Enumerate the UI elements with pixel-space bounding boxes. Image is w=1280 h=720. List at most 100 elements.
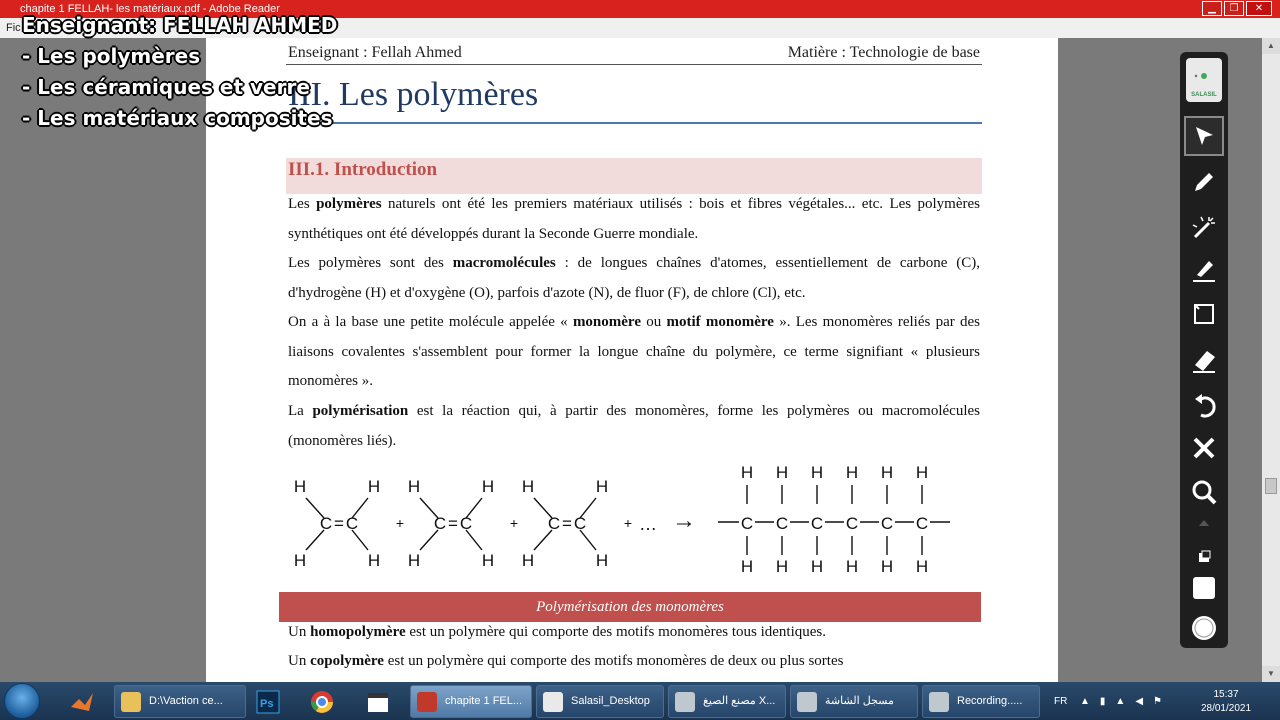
clear-tool-button[interactable]: [1184, 428, 1224, 468]
language-indicator[interactable]: FR: [1054, 682, 1067, 720]
whiteboard-tool-button[interactable]: [1184, 294, 1224, 334]
eraser-icon: [1193, 351, 1215, 373]
highlighter-tool-button[interactable]: [1184, 250, 1224, 290]
polymerization-diagram: H HH HC C= +H HH HC C= +H HH HC C= +… →HCHHCHHCHHCHHC…: [294, 463, 950, 572]
atom-c: C: [846, 514, 858, 533]
plus-sign: +: [510, 515, 518, 531]
photoshop-icon: Ps: [256, 690, 280, 713]
paragraph: Les polymères naturels ont été les premi…: [288, 196, 980, 242]
atom-h: H: [811, 557, 823, 572]
photoshop-app-button[interactable]: Ps: [252, 686, 284, 717]
atom-h: H: [881, 557, 893, 572]
window-mode-button[interactable]: [1184, 546, 1224, 570]
notification-icon[interactable]: ⚑: [1153, 696, 1162, 707]
overlay-item: - Les céramiques et verre: [22, 75, 310, 99]
maximize-button[interactable]: ❐: [1224, 1, 1244, 16]
app-icon: [675, 692, 695, 712]
atom-h: H: [741, 557, 753, 572]
vertical-scrollbar[interactable]: ▲ ▼: [1262, 38, 1280, 682]
section-title: III.1. Introduction: [288, 159, 438, 180]
atom-c: C: [741, 514, 753, 533]
salasil-annotation-toolbar: SALASIL: [1180, 52, 1228, 648]
calendar-app-button[interactable]: [362, 686, 394, 717]
atom-h: H: [408, 551, 420, 570]
page-header-subject: Matière : Technologie de base: [787, 44, 980, 61]
matlab-app-button[interactable]: [66, 686, 98, 717]
triangle-up-icon: [1199, 520, 1209, 526]
overlay-item: - Les matériaux composites: [22, 106, 333, 130]
salasil-icon: [543, 692, 563, 712]
taskbar-item-adobe-reader[interactable]: chapite 1 FEL...: [410, 685, 532, 718]
paragraph: On a à la base une petite molécule appel…: [288, 314, 981, 390]
pointer-tool-button[interactable]: [1184, 116, 1224, 156]
volume-icon[interactable]: ◀: [1135, 696, 1143, 707]
atom-c: C: [811, 514, 823, 533]
taskbar-item-formula-maker[interactable]: مصنع الصيغ X...: [668, 685, 786, 718]
taskbar-clock[interactable]: 15:37 28/01/2021: [1196, 688, 1256, 716]
atom-h: H: [368, 551, 380, 570]
system-tray: ▲ ▮ ▲ ◀ ⚑: [1080, 682, 1162, 720]
laser-pointer-icon: [1192, 216, 1215, 239]
pdf-icon: [417, 692, 437, 712]
bond: [579, 529, 597, 551]
paragraph: Un copolymère est un polymère qui compor…: [288, 653, 844, 669]
atom-c: C: [881, 514, 893, 533]
salasil-logo-text: SALASIL: [1191, 92, 1217, 98]
collapse-arrow-button[interactable]: [1184, 512, 1224, 532]
atom-h: H: [294, 551, 306, 570]
scroll-thumb[interactable]: [1265, 478, 1277, 494]
square-shape-button[interactable]: [1184, 568, 1224, 608]
app-icon: [797, 692, 817, 712]
ellipsis: …: [639, 514, 657, 534]
double-bond: =: [448, 514, 458, 533]
atom-h: H: [482, 551, 494, 570]
circle-shape-button[interactable]: [1184, 608, 1224, 648]
undo-tool-button[interactable]: [1184, 386, 1224, 426]
pointer-icon: [1196, 127, 1213, 145]
pen-tool-button[interactable]: [1184, 162, 1224, 202]
double-bond: =: [334, 514, 344, 533]
bond: [465, 529, 483, 551]
plus-sign: +: [396, 515, 404, 531]
scroll-down-button[interactable]: ▼: [1262, 666, 1280, 682]
app-icon: [929, 692, 949, 712]
atom-c: C: [776, 514, 788, 533]
reaction-arrow: →: [672, 507, 696, 534]
eraser-tool-button[interactable]: [1184, 340, 1224, 380]
pdf-page: Enseignant : Fellah Ahmed Matière : Tech…: [206, 38, 1058, 682]
whiteboard-icon: [1194, 304, 1214, 324]
bond: [305, 529, 325, 551]
minimize-button[interactable]: ▁: [1202, 1, 1222, 16]
highlighter-icon: [1193, 261, 1215, 282]
zoom-tool-button[interactable]: [1184, 472, 1224, 512]
taskbar-item-explorer[interactable]: D:\Vaction ce...: [114, 685, 246, 718]
atom-h: H: [596, 551, 608, 570]
tray-expand-icon[interactable]: ▲: [1080, 696, 1090, 707]
atom-h: H: [881, 463, 893, 482]
chrome-app-button[interactable]: [306, 686, 338, 717]
scroll-up-button[interactable]: ▲: [1262, 38, 1280, 54]
magnifier-icon: [1192, 480, 1217, 505]
circle-icon: [1192, 616, 1216, 640]
paragraph: Les polymères sont des macromolécules : …: [288, 255, 980, 301]
overlay-item: - Les polymères: [22, 44, 201, 68]
network-icon[interactable]: ▲: [1115, 696, 1125, 707]
atom-c: C: [916, 514, 928, 533]
clock-time: 15:37: [1213, 689, 1239, 700]
menu-file[interactable]: Fic: [6, 22, 21, 34]
clock-date: 28/01/2021: [1200, 703, 1252, 714]
start-button[interactable]: [4, 683, 40, 719]
laser-tool-button[interactable]: [1184, 208, 1224, 248]
atom-h: H: [522, 551, 534, 570]
document-viewer[interactable]: Enseignant : Fellah Ahmed Matière : Tech…: [0, 38, 1262, 682]
atom-h: H: [482, 477, 494, 496]
taskbar-item-screen-recorder[interactable]: مسجل الشاشة: [790, 685, 918, 718]
close-button[interactable]: ✕: [1246, 1, 1272, 16]
header-rule: [286, 64, 982, 65]
close-x-icon: [1193, 437, 1215, 459]
battery-icon[interactable]: ▮: [1100, 696, 1106, 707]
paragraph: Un homopolymère est un polymère qui comp…: [288, 624, 826, 640]
taskbar-item-recording[interactable]: Recording.....: [922, 685, 1040, 718]
atom-h: H: [846, 463, 858, 482]
taskbar-item-salasil[interactable]: Salasil_Desktop: [536, 685, 664, 718]
